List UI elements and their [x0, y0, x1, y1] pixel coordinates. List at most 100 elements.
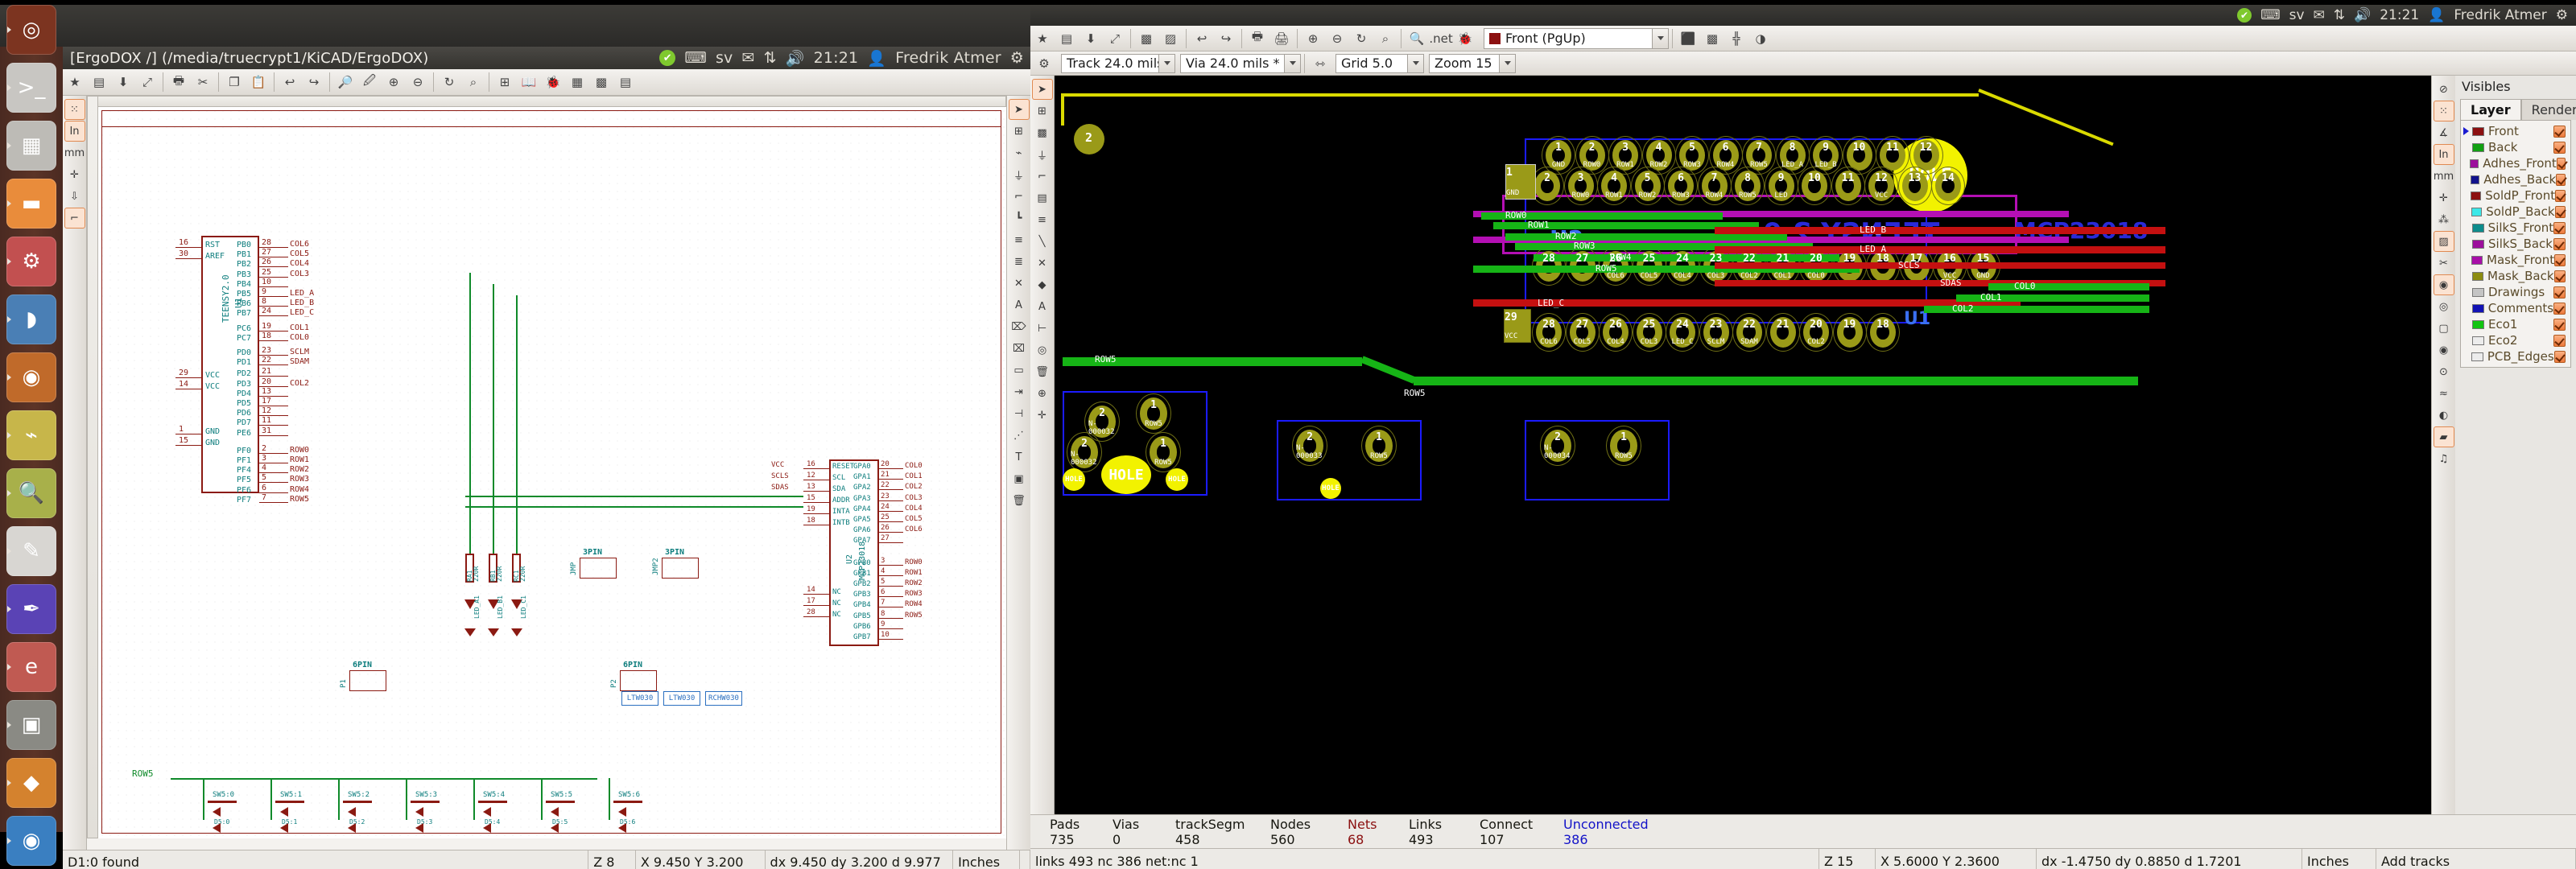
layer-visibility-checkbox[interactable] [2555, 190, 2566, 202]
delete-icon[interactable]: 🗑 [1009, 490, 1030, 511]
layer-color-swatch[interactable] [2471, 192, 2481, 200]
evince-launcher-icon[interactable]: e [6, 642, 56, 692]
pcb-pad-fourth-24[interactable]: 24LED_C [1670, 317, 1695, 348]
zoom-caret-icon[interactable] [1499, 55, 1515, 72]
layer-selector-caret-icon[interactable] [1652, 29, 1668, 48]
pcb-pad-fourth-21[interactable]: 21 [1770, 317, 1796, 348]
matrix-diode-symbol[interactable] [213, 807, 221, 817]
place-power-port-icon[interactable]: ⏚ [1009, 164, 1030, 185]
select-tool-icon[interactable]: ➤ [1032, 79, 1053, 100]
cursor-shape-icon[interactable]: ✛ [2434, 187, 2454, 208]
ubuntu-software-launcher-icon[interactable]: ◗ [6, 294, 56, 344]
connector-JMP[interactable] [580, 558, 617, 579]
erc-icon[interactable]: 🐞 [542, 71, 564, 93]
layer-visibility-checkbox[interactable] [2553, 286, 2566, 299]
pcb-bottom-pad-0[interactable]: 2N-000032 [1088, 406, 1116, 438]
via-size-combo[interactable]: Via 24.0 mils * [1180, 54, 1301, 73]
place-sheet-pin-icon[interactable]: ⊣ [1009, 403, 1030, 424]
pcb-pad-second-5[interactable]: 5ROW2 [1635, 171, 1661, 201]
kicad-pcbnew-launcher-icon[interactable]: ✎ [6, 526, 56, 576]
manage-layers-icon[interactable]: ♫ [2434, 448, 2454, 469]
vias-sketch-icon[interactable]: ⊙ [2434, 361, 2454, 382]
pcb-pad-second-7[interactable]: 7ROW4 [1702, 171, 1728, 201]
matrix-switch-symbol[interactable] [343, 801, 372, 803]
layer-row-pcb_edges[interactable]: PCB_Edges [2462, 348, 2569, 364]
gnd-smd-pad[interactable]: 1GND [1505, 164, 1536, 200]
layer-color-swatch[interactable] [2472, 336, 2484, 345]
zoom-out-icon[interactable]: ⊖ [407, 71, 429, 93]
cursor-shape-icon[interactable]: ✛ [64, 164, 85, 185]
track-via-size-auto-icon[interactable]: ⇿ [1309, 52, 1331, 75]
place-sheet-icon[interactable]: ▭ [1009, 360, 1030, 381]
page-settings-icon[interactable]: ⤢ [1104, 27, 1126, 50]
open-module-editor-icon[interactable]: ▩ [1135, 27, 1158, 50]
add-track-icon[interactable]: ⌐ [1032, 166, 1053, 187]
zoom-in-icon[interactable]: ⊕ [1302, 27, 1324, 50]
show-ratsnest-icon[interactable]: ⁂ [2434, 209, 2454, 230]
cut-icon[interactable]: ✂ [192, 71, 214, 93]
matrix-switch-symbol[interactable] [546, 801, 575, 803]
layer-visibility-checkbox[interactable] [2555, 206, 2566, 218]
undo-icon[interactable]: ↩ [1191, 27, 1213, 50]
pcb-bottom-pad-5[interactable]: 1ROW5 [1365, 430, 1393, 462]
new-board-icon[interactable]: ★ [1031, 27, 1054, 50]
zoom-out-icon[interactable]: ⊖ [1326, 27, 1348, 50]
bus-entry-mode-icon[interactable]: ⌐ [64, 208, 85, 229]
layer-row-mask_front[interactable]: Mask_Front [2462, 252, 2569, 268]
pcbnew-tools-toolbar[interactable]: ➤⊞▩⏚⌐▤≡╲✕◆A⊢◎🗑⊕✛ [1030, 76, 1055, 824]
run-cvpcb-icon[interactable]: ▤ [614, 71, 637, 93]
pcb-bottom-pad-2[interactable]: 2N-000032 [1071, 436, 1098, 468]
new-sheet-icon[interactable]: ★ [64, 71, 86, 93]
pcb-pad-fourth-28[interactable]: 28COL6 [1536, 317, 1562, 348]
matrix-diode-symbol[interactable] [618, 823, 626, 833]
gear-icon[interactable]: ⚙ [1010, 49, 1024, 67]
pcb-pad-fourth-18[interactable]: 18 [1870, 317, 1896, 348]
kicad-gerbview-launcher-icon[interactable]: 🔍 [6, 468, 56, 518]
add-mire-icon[interactable]: ◎ [1032, 340, 1053, 360]
layer-color-swatch[interactable] [2471, 175, 2480, 184]
add-text-icon[interactable]: A [1032, 296, 1053, 317]
clock-label-right[interactable]: 21:21 [2380, 7, 2419, 23]
pcb-pad-top-5[interactable]: 5ROW3 [1679, 140, 1705, 171]
pcb-pad-second-6[interactable]: 6ROW3 [1668, 171, 1694, 201]
layer-color-swatch[interactable] [2472, 240, 2484, 249]
pcb-pad-fourth-23[interactable]: 23SCLM [1703, 317, 1729, 348]
add-circle-icon[interactable]: ✕ [1032, 253, 1053, 274]
offset-origin-icon[interactable]: ⊕ [1032, 383, 1053, 404]
pcb-bottom-pad-1[interactable]: 1ROW5 [1140, 397, 1167, 430]
undo-icon[interactable]: ↩ [279, 71, 301, 93]
layer-color-swatch[interactable] [2471, 208, 2482, 216]
matrix-switch-symbol[interactable] [478, 801, 507, 803]
print-icon[interactable]: 🖶 [167, 71, 190, 93]
open-sheet-icon[interactable]: ▤ [88, 71, 110, 93]
matrix-switch-symbol[interactable] [411, 801, 440, 803]
network-icon-right[interactable]: ⇅ [2334, 7, 2345, 23]
place-no-connect-icon[interactable]: ✕ [1009, 273, 1030, 294]
find-icon[interactable]: 🔎 [334, 71, 357, 93]
layers-manager-panel[interactable]: Visibles LayerRender FrontBackAdhes_Fron… [2455, 76, 2576, 824]
zones-unfilled-icon[interactable]: ◎ [2434, 296, 2454, 317]
kicad-eeschema-launcher-icon[interactable]: ⌁ [6, 410, 56, 460]
keyboard-icon[interactable]: ⌨ [684, 49, 707, 67]
show-module-ratsnest-icon[interactable]: ▨ [2434, 231, 2454, 252]
layer-color-swatch[interactable] [2471, 256, 2483, 265]
mounting-hole-2[interactable]: HOLE [1063, 468, 1085, 491]
files-launcher-icon[interactable]: ▬ [6, 179, 56, 229]
grid-combo[interactable]: Grid 5.0 [1335, 54, 1424, 73]
pcb-pad-top-9[interactable]: 9LED_B [1813, 140, 1839, 171]
pcb-pad-second-13[interactable]: 13 [1902, 171, 1928, 201]
user-label[interactable]: Fredrik Atmer [895, 49, 1001, 67]
connector-JMP2[interactable] [662, 558, 699, 579]
mail-icon-right[interactable]: ✉ [2314, 7, 2325, 23]
import-sheet-pin-icon[interactable]: ⇥ [1009, 381, 1030, 402]
select-tool-icon[interactable]: ➤ [1009, 99, 1030, 120]
eeschema-toolbar[interactable]: ★▤⬇⤢🖶✂❐📋↩↪🔎🖉⊕⊖↻⌕⊞📖🐞▦▩▤ [63, 69, 1030, 96]
terminal-launcher-icon[interactable]: >_ [6, 63, 56, 113]
pcb-pad-top-2[interactable]: 2ROW0 [1579, 140, 1605, 171]
find-icon[interactable]: 🔍 [1406, 27, 1428, 50]
skype-icon[interactable]: ✔ [659, 50, 675, 66]
right-tray[interactable]: ✔ ⌨ sv ✉ ⇅ 🔊 21:21 👤 Fredrik Atmer ⚙ [2237, 5, 2568, 26]
layers-panel-tabs[interactable]: LayerRender [2460, 99, 2571, 120]
pcb-pad-second-12[interactable]: 12VCC [1868, 171, 1894, 201]
matrix-diode-symbol[interactable] [348, 807, 356, 817]
